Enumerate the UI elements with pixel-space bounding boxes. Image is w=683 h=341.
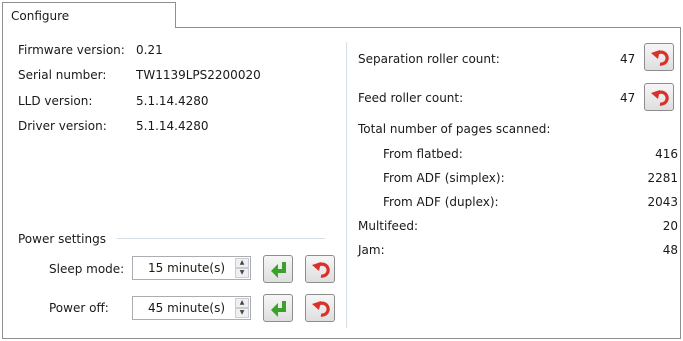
separation-roller-label: Separation roller count:	[358, 52, 500, 66]
tab-configure-label: Configure	[11, 9, 70, 23]
tab-configure[interactable]: Configure	[2, 2, 176, 28]
vertical-divider	[346, 42, 347, 328]
duplex-value: 2043	[647, 195, 678, 209]
undo-arrow-icon	[312, 262, 330, 278]
sleep-mode-value: 15 minute(s)	[148, 261, 226, 275]
sleep-mode-label: Sleep mode:	[49, 262, 125, 276]
driver-value: 5.1.14.4280	[136, 119, 209, 133]
power-off-down-icon[interactable]: ▼	[235, 308, 249, 318]
undo-arrow-icon	[651, 90, 669, 106]
sleep-mode-spinner[interactable]: 15 minute(s) ▲ ▼	[132, 256, 251, 280]
simplex-label: From ADF (simplex):	[383, 171, 505, 185]
sleep-mode-arrows: ▲ ▼	[235, 258, 249, 278]
jam-label: Jam:	[358, 243, 385, 257]
multifeed-value: 20	[662, 219, 678, 233]
undo-arrow-icon	[312, 301, 330, 317]
simplex-value: 2281	[647, 171, 678, 185]
sleep-mode-down-icon[interactable]: ▼	[235, 268, 249, 278]
duplex-label: From ADF (duplex):	[383, 195, 499, 209]
flatbed-label: From flatbed:	[383, 147, 463, 161]
power-off-label: Power off:	[49, 301, 109, 315]
separation-reset-button[interactable]	[644, 43, 674, 71]
lld-label: LLD version:	[18, 94, 93, 108]
flatbed-value: 416	[655, 147, 678, 161]
lld-value: 5.1.14.4280	[136, 94, 209, 108]
jam-value: 48	[662, 243, 678, 257]
group-divider	[117, 238, 325, 239]
power-off-up-icon[interactable]: ▲	[235, 298, 249, 308]
feed-roller-value: 47	[620, 91, 636, 105]
power-settings-label: Power settings	[18, 232, 106, 246]
tab-strip: Configure	[0, 0, 683, 28]
power-off-spinner[interactable]: 45 minute(s) ▲ ▼	[132, 296, 251, 320]
feed-reset-button[interactable]	[644, 83, 674, 111]
enter-arrow-icon	[271, 262, 286, 278]
sleep-mode-reset-button[interactable]	[305, 255, 335, 283]
firmware-value: 0.21	[136, 43, 163, 57]
feed-roller-label: Feed roller count:	[358, 91, 464, 105]
power-off-arrows: ▲ ▼	[235, 298, 249, 318]
multifeed-label: Multifeed:	[358, 219, 418, 233]
separation-roller-value: 47	[620, 52, 636, 66]
enter-arrow-icon	[271, 301, 286, 317]
power-off-value: 45 minute(s)	[148, 301, 226, 315]
sleep-mode-up-icon[interactable]: ▲	[235, 258, 249, 268]
total-pages-label: Total number of pages scanned:	[358, 122, 551, 136]
sleep-mode-apply-button[interactable]	[263, 255, 293, 283]
undo-arrow-icon	[651, 50, 669, 66]
serial-value: TW1139LPS2200020	[136, 68, 261, 82]
power-off-reset-button[interactable]	[305, 294, 335, 322]
firmware-label: Firmware version:	[18, 43, 125, 57]
power-off-apply-button[interactable]	[263, 294, 293, 322]
driver-label: Driver version:	[18, 119, 107, 133]
serial-label: Serial number:	[18, 68, 107, 82]
